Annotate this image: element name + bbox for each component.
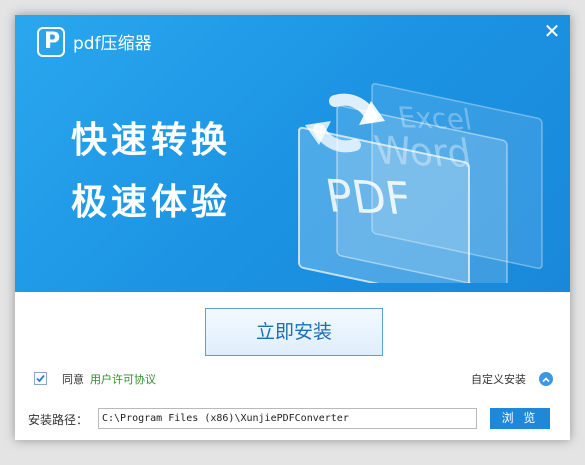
app-title: pdf压缩器 bbox=[73, 34, 152, 54]
browse-button[interactable]: 浏 览 bbox=[490, 408, 550, 429]
license-agreement-link[interactable]: 用户许可协议 bbox=[90, 373, 156, 387]
close-icon[interactable]: ✕ bbox=[540, 19, 564, 43]
chevron-up-icon[interactable] bbox=[539, 372, 553, 386]
logo-letter: P bbox=[44, 29, 61, 54]
pdf-label: PDF bbox=[322, 171, 415, 226]
install-now-button[interactable]: 立即安装 bbox=[205, 308, 383, 356]
agree-checkbox[interactable] bbox=[34, 372, 47, 385]
slogan-line-2: 极速体验 bbox=[71, 182, 232, 223]
installer-window: P pdf压缩器 ✕ 快速转换 极速体验 Excel Word PDF bbox=[15, 15, 570, 440]
app-logo-icon: P bbox=[37, 27, 65, 57]
custom-install-link[interactable]: 自定义安装 bbox=[471, 373, 526, 387]
hero-banner: P pdf压缩器 ✕ 快速转换 极速体验 Excel Word PDF bbox=[15, 15, 570, 292]
agree-label: 同意 bbox=[62, 373, 84, 386]
slogan-line-1: 快速转换 bbox=[71, 120, 232, 161]
checkmark-icon bbox=[36, 374, 45, 383]
document-conversion-illustration: Excel Word PDF bbox=[298, 82, 543, 283]
install-path-input[interactable] bbox=[98, 408, 477, 429]
install-path-label: 安装路径： bbox=[28, 413, 89, 427]
